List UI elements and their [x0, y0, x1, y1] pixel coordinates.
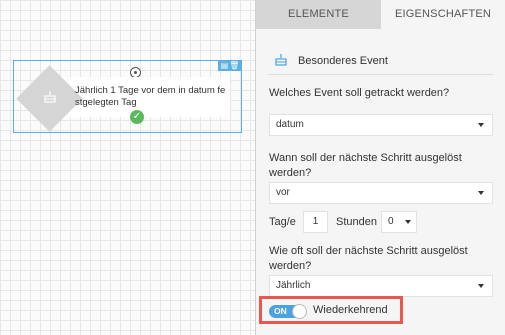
frequency-select-value: Jährlich: [276, 280, 311, 291]
frequency-select[interactable]: Jährlich: [269, 275, 493, 297]
trigger-select[interactable]: vor: [269, 182, 493, 204]
panel-tabs: ELEMENTE EIGENSCHAFTEN: [256, 0, 505, 29]
birthday-cake-icon: [41, 89, 59, 107]
hours-label: Stunden: [336, 216, 377, 228]
event-question-label: Welches Event soll getrackt werden?: [269, 87, 450, 99]
days-input[interactable]: 1: [303, 211, 328, 233]
caret-down-icon: [478, 191, 484, 195]
days-label: Tag/e: [269, 216, 296, 228]
hours-select[interactable]: 0: [381, 211, 417, 233]
toggle-knob[interactable]: [292, 304, 307, 319]
tab-elemente[interactable]: ELEMENTE: [256, 0, 381, 29]
check-icon: ✓: [130, 110, 144, 124]
node-description: Jährlich 1 Tage vor dem in datum fe stge…: [75, 85, 226, 108]
event-select[interactable]: datum: [269, 114, 493, 136]
trigger-question-label: Wann soll der nächste Schritt ausgelöst …: [269, 152, 462, 179]
trash-icon[interactable]: 🗑: [229, 60, 239, 71]
event-node[interactable]: ▤ 🗑 Jährlich 1 Tage vor dem in datum fe …: [13, 60, 242, 133]
tab-eigenschaften[interactable]: EIGENSCHAFTEN: [381, 0, 505, 29]
document-icon[interactable]: ▤: [221, 60, 229, 71]
event-select-value: datum: [276, 119, 304, 130]
recurring-toggle[interactable]: ON: [269, 304, 307, 319]
divider: [268, 74, 493, 75]
caret-down-icon: [478, 123, 484, 127]
section-header: Besonderes Event: [274, 52, 388, 69]
section-title: Besonderes Event: [298, 54, 388, 67]
hours-select-value: 0: [388, 216, 394, 227]
properties-panel: ELEMENTE EIGENSCHAFTEN Besonderes Event …: [255, 0, 505, 335]
frequency-question-label: Wie oft soll der nächste Schritt ausgelö…: [269, 245, 468, 272]
trigger-select-value: vor: [276, 187, 290, 198]
recurring-label: Wiederkehrend: [313, 304, 388, 316]
caret-down-icon: [478, 284, 484, 288]
birthday-cake-icon: [274, 52, 290, 69]
workflow-canvas[interactable]: ▤ 🗑 Jährlich 1 Tage vor dem in datum fe …: [0, 0, 255, 335]
caret-down-icon: [405, 220, 411, 224]
toggle-state: ON: [274, 306, 287, 316]
node-toolbar: ▤ 🗑: [218, 60, 242, 71]
